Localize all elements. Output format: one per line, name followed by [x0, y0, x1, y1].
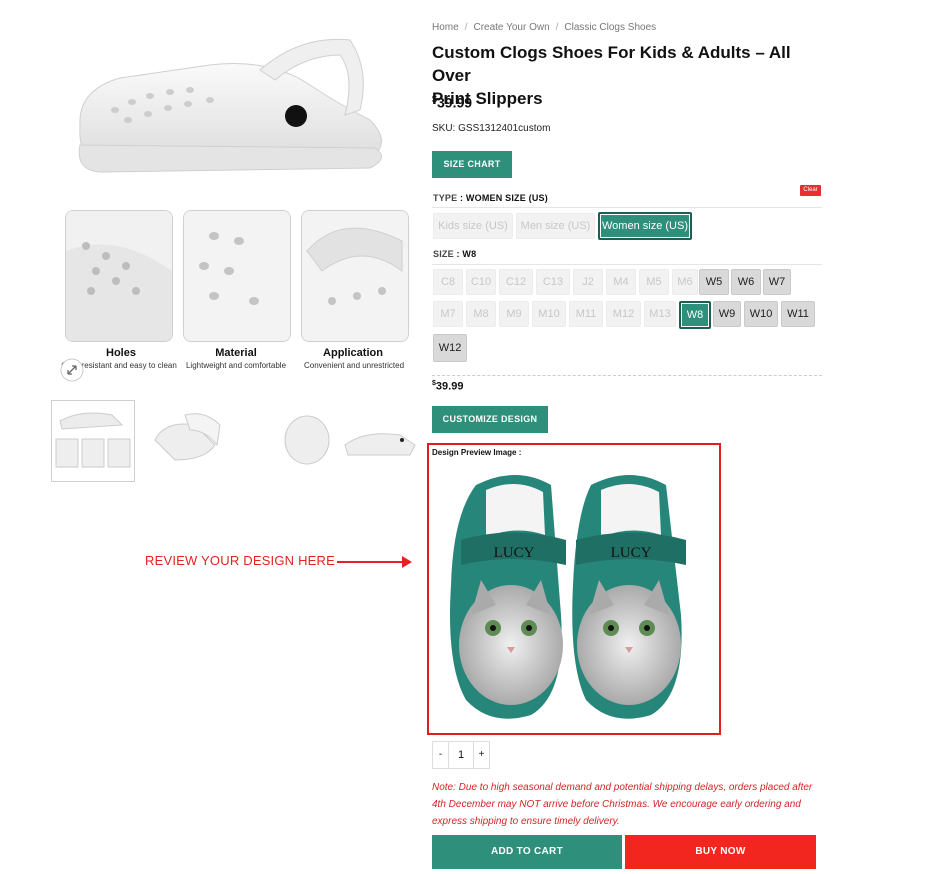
- add-to-cart-button[interactable]: ADD TO CART: [432, 835, 622, 869]
- product-title-line1: Custom Clogs Shoes For Kids & Adults – A…: [432, 43, 791, 85]
- divider: [432, 264, 822, 265]
- type-option-women[interactable]: Women size (US): [598, 212, 692, 240]
- breadcrumb-parent[interactable]: Create Your Own: [473, 22, 549, 33]
- shipping-note: Note: Due to high seasonal demand and po…: [432, 782, 813, 827]
- main-product-image[interactable]: [60, 30, 410, 190]
- gallery-thumbnail-4[interactable]: [340, 400, 422, 480]
- size-option-m12[interactable]: M12: [606, 301, 641, 327]
- size-option-w8[interactable]: W8: [679, 301, 711, 329]
- buy-now-button[interactable]: BUY NOW: [625, 835, 816, 869]
- size-option-j2[interactable]: J2: [573, 269, 603, 295]
- arrow-right-icon: [402, 556, 412, 568]
- type-label-row: TYPE : WOMEN SIZE (US): [433, 193, 548, 203]
- size-option-c12[interactable]: C12: [499, 269, 533, 295]
- product-title: Custom Clogs Shoes For Kids & Adults – A…: [432, 41, 832, 110]
- size-option-w5[interactable]: W5: [699, 269, 729, 295]
- size-option-w7[interactable]: W7: [763, 269, 791, 295]
- type-option-kids[interactable]: Kids size (US): [433, 213, 513, 239]
- type-selected-value: WOMEN SIZE (US): [465, 193, 548, 203]
- gallery-thumbnail-2[interactable]: [145, 400, 227, 480]
- product-sku: SKU: GSS1312401custom: [432, 123, 551, 134]
- strap-name-right: LUCY: [611, 545, 652, 561]
- divider: [432, 207, 822, 208]
- gallery-thumbnail-3[interactable]: [262, 400, 344, 480]
- review-design-annotation: REVIEW YOUR DESIGN HERE: [145, 553, 336, 568]
- size-chart-button[interactable]: SIZE CHART: [432, 151, 512, 178]
- product-title-line2: Print Slippers: [432, 89, 543, 108]
- size-label: SIZE: [433, 249, 454, 259]
- type-option-men[interactable]: Men size (US): [516, 213, 595, 239]
- divider: [432, 375, 822, 376]
- size-option-w6[interactable]: W6: [731, 269, 761, 295]
- customize-design-button[interactable]: CUSTOMIZE DESIGN: [432, 406, 548, 433]
- feature-title-material: Material: [215, 347, 257, 359]
- quantity-input[interactable]: 1: [448, 742, 474, 768]
- size-label-row: SIZE : W8: [433, 249, 477, 259]
- size-option-w11[interactable]: W11: [781, 301, 815, 327]
- price-value: 39.99: [437, 94, 473, 111]
- quantity-plus-button[interactable]: +: [474, 742, 489, 768]
- feature-desc-application: Convenient and unrestricted: [303, 361, 405, 370]
- size-option-w10[interactable]: W10: [744, 301, 778, 327]
- breadcrumb: Home / Create Your Own / Classic Clogs Shoes: [432, 22, 657, 33]
- breadcrumb-home[interactable]: Home: [432, 22, 459, 33]
- breadcrumb-current[interactable]: Classic Clogs Shoes: [564, 22, 656, 33]
- variation-price: $39.99: [432, 380, 463, 393]
- design-preview-image: LUCY LUCY: [450, 475, 686, 719]
- design-preview-label: Design Preview Image :: [432, 448, 522, 457]
- size-option-w12[interactable]: W12: [433, 334, 467, 362]
- size-option-m8[interactable]: M8: [466, 301, 496, 327]
- quantity-minus-button[interactable]: -: [433, 742, 448, 768]
- size-option-c10[interactable]: C10: [466, 269, 496, 295]
- feature-image-material: [183, 210, 291, 342]
- size-option-w9[interactable]: W9: [713, 301, 741, 327]
- size-option-m4[interactable]: M4: [606, 269, 636, 295]
- feature-title-application: Application: [323, 347, 383, 359]
- zoom-icon[interactable]: [60, 358, 84, 382]
- quantity-stepper: - 1 +: [432, 741, 490, 769]
- size-option-c13[interactable]: C13: [536, 269, 570, 295]
- feature-image-holes: [65, 210, 173, 342]
- size-option-m5[interactable]: M5: [639, 269, 669, 295]
- feature-image-application: [301, 210, 409, 342]
- size-option-m9[interactable]: M9: [499, 301, 529, 327]
- variation-price-value: 39.99: [435, 380, 464, 393]
- size-selected-value: W8: [462, 249, 477, 259]
- product-price: $39.99: [432, 94, 472, 111]
- feature-desc-material: Lightweight and comfortable: [185, 361, 287, 370]
- size-option-m11[interactable]: M11: [569, 301, 603, 327]
- size-option-m7[interactable]: M7: [433, 301, 463, 327]
- clear-button[interactable]: Clear: [800, 185, 821, 196]
- size-option-m10[interactable]: M10: [532, 301, 566, 327]
- size-option-c8[interactable]: C8: [433, 269, 463, 295]
- design-preview-box: Design Preview Image : LUCY LUCY: [427, 443, 721, 735]
- size-option-m6[interactable]: M6: [672, 269, 698, 295]
- strap-name-left: LUCY: [494, 545, 535, 561]
- type-label: TYPE: [433, 193, 458, 203]
- gallery-thumbnail-1[interactable]: [51, 400, 135, 482]
- size-option-m13[interactable]: M13: [644, 301, 676, 327]
- annotation-arrow-line: [337, 561, 403, 563]
